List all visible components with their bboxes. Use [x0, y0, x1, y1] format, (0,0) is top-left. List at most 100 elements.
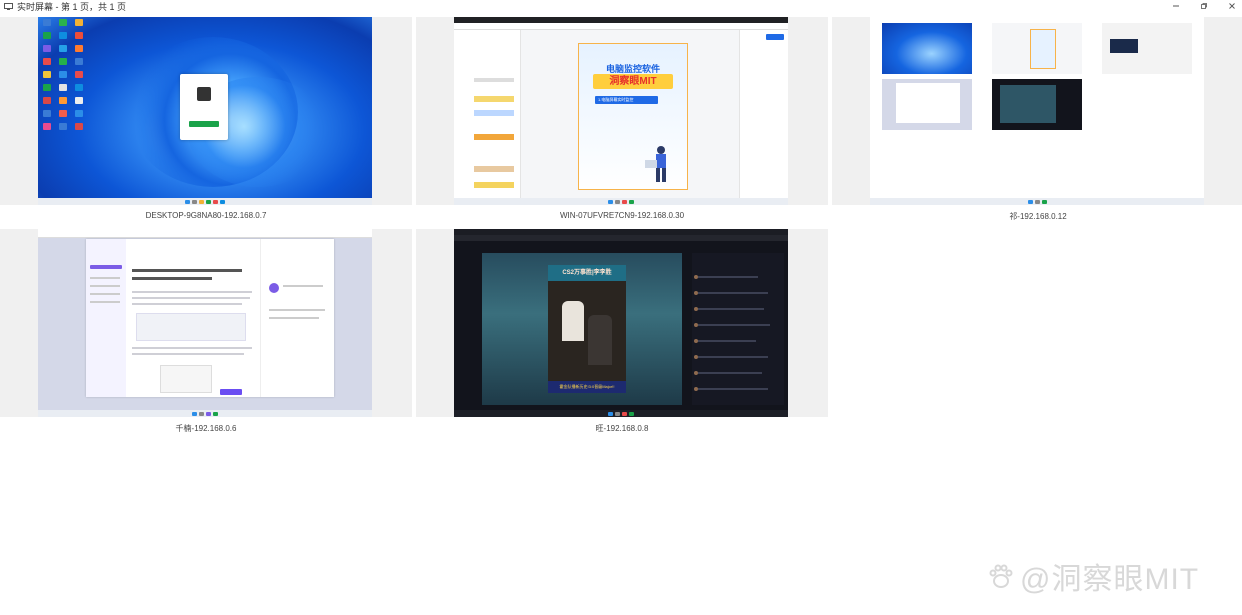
taskbar-icon[interactable]	[1041, 199, 1047, 204]
start-icon[interactable]	[608, 199, 613, 204]
article-sidebar	[86, 239, 126, 397]
app-icon[interactable]	[59, 110, 67, 117]
start-icon[interactable]	[608, 411, 613, 416]
screen-tile-1[interactable]: DESKTOP-9G8NA80-192.168.0.7	[0, 17, 412, 231]
taskbar-icon[interactable]	[206, 199, 211, 204]
app-icon[interactable]	[59, 123, 67, 130]
app-icon[interactable]	[75, 45, 83, 52]
screen-tile-4[interactable]: 千楠-192.168.0.6	[0, 229, 412, 443]
taskbar-icon[interactable]	[213, 411, 218, 416]
taskbar-icon[interactable]	[622, 411, 627, 416]
app-icon[interactable]	[75, 19, 83, 26]
app-icon[interactable]	[43, 123, 51, 130]
minimize-icon	[1173, 5, 1179, 7]
taskbar-icon[interactable]	[206, 411, 211, 416]
editor-screenshot: 电脑监控软件 洞察眼MIT 1.电脑屏幕实时监控	[454, 17, 788, 205]
video-frame: CS2万事胜|李李胜 霍金队播新历史!3:0晋级Major!!	[548, 265, 626, 393]
screen-thumbnail[interactable]	[0, 229, 412, 417]
screen-label: 千楠-192.168.0.6	[175, 424, 237, 433]
taskbar-icon[interactable]	[220, 199, 225, 204]
app-logo	[197, 87, 211, 101]
app-icon[interactable]	[75, 110, 83, 117]
app-icon[interactable]	[59, 19, 67, 26]
screen-tile-5[interactable]: CS2万事胜|李李胜 霍金队播新历史!3:0晋级Major!! 旺-192.16…	[416, 229, 828, 443]
app-icon[interactable]	[59, 45, 67, 52]
editor-left-panel	[454, 30, 521, 198]
app-icon[interactable]	[75, 32, 83, 39]
dialog-confirm-button[interactable]	[189, 121, 219, 127]
screen-thumbnail[interactable]: CS2万事胜|李李胜 霍金队播新历史!3:0晋级Major!!	[416, 229, 828, 417]
desktop-icon-grid	[40, 19, 86, 135]
taskbar	[454, 410, 788, 417]
taskbar-icon[interactable]	[622, 199, 627, 204]
browser-addressbar	[38, 229, 372, 238]
taskbar-icon[interactable]	[615, 411, 620, 416]
restore-icon	[1201, 3, 1207, 9]
taskbar-icon[interactable]	[199, 411, 204, 416]
app-icon[interactable]	[59, 32, 67, 39]
article-comments	[260, 239, 335, 397]
poster-tag: 1.电脑屏幕实时监控	[595, 96, 658, 104]
paw-logo-icon	[989, 564, 1013, 588]
publish-button[interactable]	[220, 389, 242, 395]
app-icon[interactable]	[75, 71, 83, 78]
video-player[interactable]: CS2万事胜|李李胜 霍金队播新历史!3:0晋级Major!!	[482, 253, 682, 405]
comment-panel	[692, 253, 784, 405]
taskbar-icon[interactable]	[213, 199, 218, 204]
app-icon[interactable]	[59, 71, 67, 78]
start-icon[interactable]	[185, 199, 190, 204]
app-icon[interactable]	[59, 58, 67, 65]
taskbar-icon[interactable]	[1034, 199, 1040, 204]
start-icon[interactable]	[192, 411, 197, 416]
minimize-button[interactable]	[1164, 0, 1188, 12]
person-illustration-icon	[645, 146, 666, 182]
start-icon[interactable]	[1027, 199, 1033, 204]
app-icon[interactable]	[75, 84, 83, 91]
mini-screen	[882, 23, 972, 74]
app-icon[interactable]	[43, 84, 51, 91]
video-poster-title: CS2万事胜|李李胜	[548, 265, 626, 281]
screen-label: 旺-192.168.0.8	[595, 424, 649, 433]
video-screenshot: CS2万事胜|李李胜 霍金队播新历史!3:0晋级Major!!	[454, 229, 788, 417]
taskbar	[38, 410, 372, 417]
app-icon[interactable]	[43, 110, 51, 117]
taskbar-icon[interactable]	[199, 199, 204, 204]
taskbar-icon[interactable]	[629, 199, 634, 204]
app-icon[interactable]	[59, 84, 67, 91]
screen-label: 祁-192.168.0.12	[1009, 212, 1067, 221]
screen-label: WIN-07UFVRE7CN9-192.168.0.30	[559, 211, 685, 220]
app-icon[interactable]	[43, 19, 51, 26]
overview-screenshot	[870, 17, 1204, 205]
app-icon[interactable]	[59, 97, 67, 104]
taskbar	[38, 198, 372, 205]
watermark: @洞察眼MIT	[986, 554, 1199, 598]
poster-canvas[interactable]: 电脑监控软件 洞察眼MIT 1.电脑屏幕实时监控	[578, 43, 688, 190]
mini-screen	[882, 79, 972, 130]
app-icon[interactable]	[43, 71, 51, 78]
app-icon[interactable]	[43, 32, 51, 39]
app-icon[interactable]	[75, 97, 83, 104]
video-poster-footer: 霍金队播新历史!3:0晋级Major!!	[548, 381, 626, 393]
screen-thumbnail[interactable]: 电脑监控软件 洞察眼MIT 1.电脑屏幕实时监控	[416, 17, 828, 205]
screen-thumbnail[interactable]	[832, 17, 1242, 205]
close-button[interactable]	[1220, 0, 1242, 12]
app-icon[interactable]	[43, 97, 51, 104]
export-button[interactable]	[766, 34, 784, 40]
screen-label: DESKTOP-9G8NA80-192.168.0.7	[145, 211, 267, 220]
browser-addressbar	[454, 23, 788, 30]
restore-button[interactable]	[1192, 0, 1216, 12]
taskbar-icon[interactable]	[615, 199, 620, 204]
taskbar-icon[interactable]	[629, 411, 634, 416]
app-icon[interactable]	[43, 45, 51, 52]
app-icon[interactable]	[43, 58, 51, 65]
screen-tile-2[interactable]: 电脑监控软件 洞察眼MIT 1.电脑屏幕实时监控 WIN-07UFVRE7CN9…	[416, 17, 828, 231]
window-titlebar: 实时屏幕 - 第 1 页，共 1 页	[0, 0, 1242, 12]
taskbar-icon[interactable]	[192, 199, 197, 204]
app-icon[interactable]	[75, 58, 83, 65]
screen-tile-3[interactable]: 祁-192.168.0.12	[832, 17, 1242, 231]
window-title: 实时屏幕 - 第 1 页，共 1 页	[17, 1, 127, 12]
screen-thumbnail[interactable]	[0, 17, 412, 205]
mini-screen	[992, 23, 1082, 74]
watermark-text: @洞察眼MIT	[1020, 563, 1200, 596]
app-icon[interactable]	[75, 123, 83, 130]
